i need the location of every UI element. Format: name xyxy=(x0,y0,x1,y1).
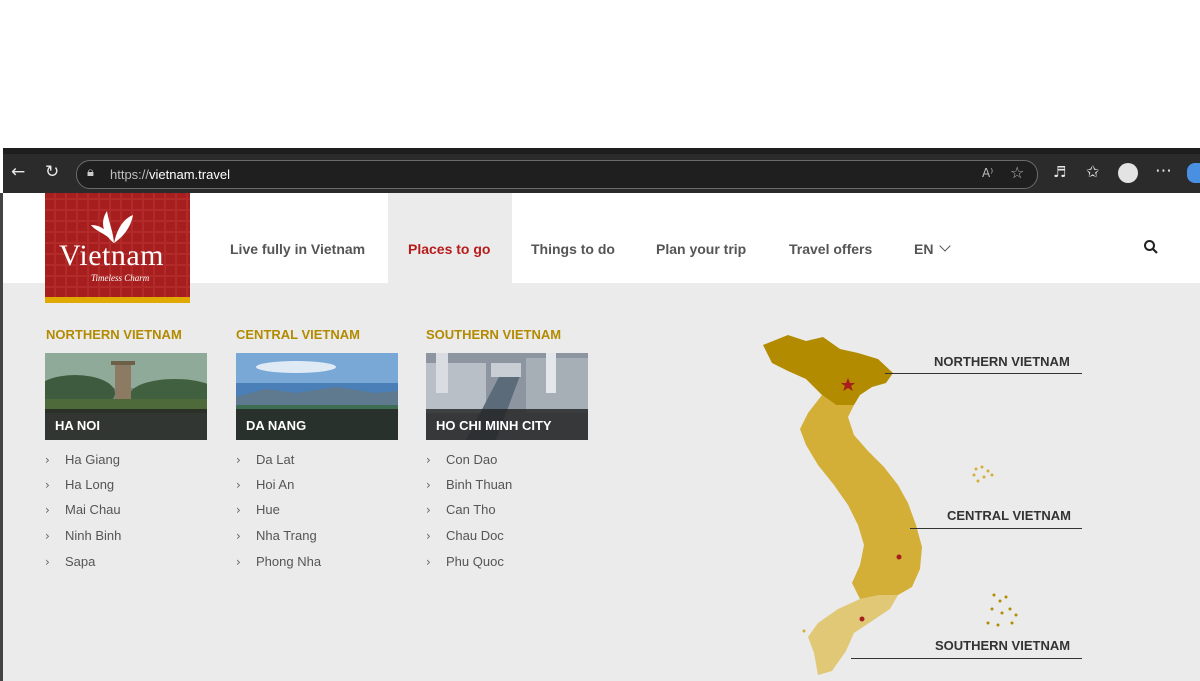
address-bar[interactable]: 🔒︎ https://vietnam.travel A⁾ ☆ xyxy=(76,160,1038,189)
favorite-icon[interactable]: ☆ xyxy=(1010,165,1024,181)
logo-wordmark: Vietnam xyxy=(59,239,164,272)
map-region-north[interactable] xyxy=(763,335,893,405)
more-icon[interactable]: ⋯ xyxy=(1155,163,1172,180)
thumb-caption: HO CHI MINH CITY xyxy=(426,409,588,440)
region-title-north[interactable]: NORTHERN VIETNAM xyxy=(46,327,182,342)
extension-icon[interactable]: ♬ xyxy=(1053,165,1066,180)
place-link[interactable]: › Mai Chau xyxy=(45,502,121,517)
logo-tagline: Timeless Charm xyxy=(91,273,150,283)
profile-icon[interactable] xyxy=(1118,163,1138,183)
map-label-north[interactable]: NORTHERN VIETNAM xyxy=(934,354,1070,369)
nav-things-to-do[interactable]: Things to do xyxy=(531,241,615,257)
phu-quoc-dot xyxy=(802,629,806,633)
map-leader-line xyxy=(910,528,1082,529)
language-selector[interactable]: EN xyxy=(914,240,952,257)
nav-travel-offers[interactable]: Travel offers xyxy=(789,241,872,257)
chevron-right-icon: › xyxy=(426,453,431,467)
read-aloud-icon[interactable]: A⁾ xyxy=(982,167,993,179)
webpage: Vietnam Timeless Charm Live fully in Vie… xyxy=(3,193,1200,681)
chevron-right-icon: › xyxy=(236,555,241,569)
chevron-down-icon xyxy=(939,240,952,252)
chevron-right-icon: › xyxy=(45,555,50,569)
map-label-south[interactable]: SOUTHERN VIETNAM xyxy=(935,638,1070,653)
place-link[interactable]: › Chau Doc xyxy=(426,528,504,543)
vietnam-map-shape xyxy=(763,335,1018,675)
place-link[interactable]: › Hoi An xyxy=(236,477,294,492)
thumb-caption: DA NANG xyxy=(236,409,398,440)
nav-active-tab xyxy=(388,193,512,283)
lock-icon[interactable]: 🔒︎ xyxy=(87,166,94,179)
place-link[interactable]: › Con Dao xyxy=(426,452,497,467)
chevron-right-icon: › xyxy=(426,478,431,492)
nav-places-to-go[interactable]: Places to go xyxy=(408,241,490,257)
place-link[interactable]: › Sapa xyxy=(45,554,95,569)
chevron-right-icon: › xyxy=(45,478,50,492)
place-link[interactable]: › Hue xyxy=(236,502,280,517)
logo-underline xyxy=(45,297,190,303)
chevron-right-icon: › xyxy=(236,453,241,467)
vietnam-logo[interactable]: Vietnam Timeless Charm xyxy=(45,193,190,303)
featured-danang[interactable]: DA NANG xyxy=(236,353,398,440)
chevron-right-icon: › xyxy=(45,503,50,517)
featured-label: HO CHI MINH CITY xyxy=(436,418,552,433)
map-leader-line xyxy=(885,373,1082,374)
featured-label: HA NOI xyxy=(55,418,101,433)
chevron-right-icon: › xyxy=(426,555,431,569)
place-link[interactable]: › Ninh Binh xyxy=(45,528,121,543)
hcmc-marker xyxy=(859,616,865,622)
featured-label: DA NANG xyxy=(246,418,307,433)
url-text[interactable]: https://vietnam.travel xyxy=(110,167,230,182)
featured-hcmc[interactable]: HO CHI MINH CITY xyxy=(426,353,588,440)
chevron-right-icon: › xyxy=(236,529,241,543)
chevron-right-icon: › xyxy=(426,503,431,517)
place-link[interactable]: › Phong Nha xyxy=(236,554,321,569)
danang-marker xyxy=(896,554,902,560)
nav-plan-your-trip[interactable]: Plan your trip xyxy=(656,241,746,257)
nav-live-fully[interactable]: Live fully in Vietnam xyxy=(230,241,365,257)
refresh-icon[interactable]: ↻ xyxy=(45,164,59,181)
map-leader-line xyxy=(851,658,1082,659)
place-link[interactable]: › Ha Giang xyxy=(45,452,120,467)
browser-tab-strip xyxy=(3,148,1200,154)
place-link[interactable]: › Ha Long xyxy=(45,477,114,492)
region-title-south[interactable]: SOUTHERN VIETNAM xyxy=(426,327,561,342)
thumb-caption: HA NOI xyxy=(45,409,207,440)
favorites-icon[interactable]: ✩ xyxy=(1086,164,1099,180)
region-title-central[interactable]: CENTRAL VIETNAM xyxy=(236,327,360,342)
language-label: EN xyxy=(914,241,934,257)
search-icon[interactable] xyxy=(1143,239,1159,255)
page-top-margin xyxy=(0,0,1200,148)
chevron-right-icon: › xyxy=(236,478,241,492)
featured-hanoi[interactable]: HA NOI xyxy=(45,353,207,440)
map-region-south[interactable] xyxy=(808,595,898,675)
copilot-icon[interactable] xyxy=(1187,163,1200,183)
vietnam-map xyxy=(748,333,1098,681)
chevron-right-icon: › xyxy=(426,529,431,543)
chevron-right-icon: › xyxy=(45,529,50,543)
map-region-central[interactable] xyxy=(800,395,922,599)
chevron-right-icon: › xyxy=(45,453,50,467)
back-icon[interactable]: ← xyxy=(11,164,25,181)
island-dots-spratly xyxy=(986,593,1018,627)
chevron-right-icon: › xyxy=(236,503,241,517)
island-dots-paracel xyxy=(972,465,994,483)
place-link[interactable]: › Da Lat xyxy=(236,452,294,467)
place-link[interactable]: › Binh Thuan xyxy=(426,477,512,492)
place-link[interactable]: › Nha Trang xyxy=(236,528,317,543)
place-link[interactable]: › Phu Quoc xyxy=(426,554,504,569)
place-link[interactable]: › Can Tho xyxy=(426,502,496,517)
map-label-central[interactable]: CENTRAL VIETNAM xyxy=(947,508,1071,523)
